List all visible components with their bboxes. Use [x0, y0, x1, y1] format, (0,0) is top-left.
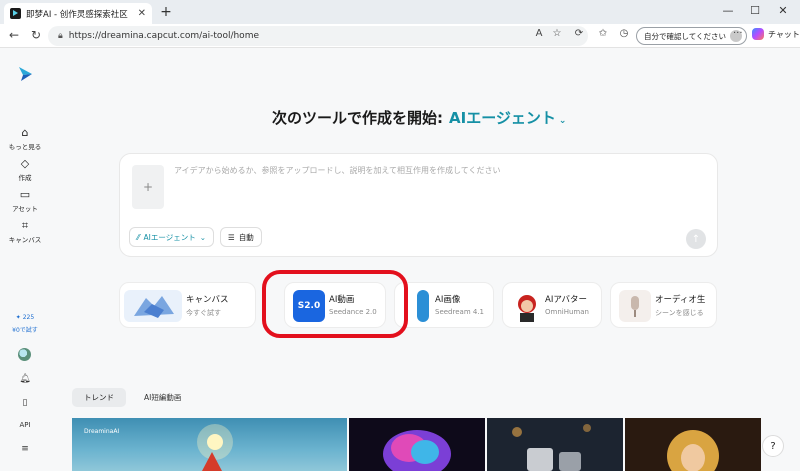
auto-label: 自動: [238, 232, 254, 242]
tool-subtitle: シーンを感じる: [655, 309, 704, 317]
sidebar-item-label: アセット: [12, 205, 38, 213]
prompt-input[interactable]: アイデアから始めるか、参照をアップロードし、説明を加えて相互作用を作成してくださ…: [174, 165, 501, 176]
upload-reference-button[interactable]: +: [132, 165, 164, 209]
dreamina-favicon-icon: [10, 8, 21, 19]
history-icon[interactable]: ◷: [617, 28, 631, 39]
highlight-annotation: [262, 270, 408, 338]
microphone-thumbnail-icon: [619, 290, 651, 322]
read-aloud-icon[interactable]: A: [532, 28, 546, 39]
mobile-app-icon[interactable]: ▯: [0, 398, 50, 408]
gallery-item[interactable]: [625, 418, 761, 471]
api-link[interactable]: API: [0, 421, 50, 429]
sidebar: ⌂ もっと見る ◇ 作成 ▭ アセット ⌗ キャンバス ✦ 225 ¥0で試す …: [0, 48, 50, 471]
help-icon: ?: [770, 440, 776, 452]
auto-settings-button[interactable]: ☰ 自動: [220, 227, 262, 247]
back-arrow-icon[interactable]: ←: [6, 28, 22, 42]
signin-label: 自分で確認してください: [644, 31, 727, 41]
gallery-watermark: DreaminaAI: [84, 428, 120, 435]
copilot-button[interactable]: チャット: [752, 28, 800, 40]
sidebar-item-create[interactable]: ◇ 作成: [0, 157, 50, 182]
menu-icon[interactable]: ≡: [0, 444, 50, 454]
page-title: 次のツールで作成を開始: AIエージェント ⌄: [272, 107, 566, 128]
lock-icon: 🔒︎: [58, 31, 63, 41]
browser-tab[interactable]: 即梦AI - 创作灵感探索社区 ✕: [4, 3, 152, 24]
agent-mode-button[interactable]: ⁄⁄ AIエージェント ⌄: [129, 227, 215, 247]
tool-subtitle: Seedream 4.1: [435, 308, 484, 316]
sidebar-item-label: キャンバス: [8, 236, 42, 244]
url-text: https://dreamina.capcut.com/ai-tool/home: [68, 31, 259, 41]
seedream-icon: [417, 290, 429, 322]
help-button[interactable]: ?: [762, 435, 784, 457]
agent-icon: ⁄⁄: [137, 232, 140, 242]
tool-subtitle: 今すぐ試す: [186, 309, 221, 317]
tool-subtitle: OmniHuman: [545, 308, 589, 316]
gallery-image-portrait: [667, 430, 719, 471]
page: ⌂ もっと見る ◇ 作成 ▭ アセット ⌗ キャンバス ✦ 225 ¥0で試す …: [0, 48, 800, 471]
tab-trend[interactable]: トレンド: [72, 388, 126, 407]
settings-sliders-icon: ☰: [228, 232, 235, 242]
gallery-item[interactable]: DreaminaAI: [72, 418, 347, 471]
sidebar-item-canvas[interactable]: ⌗ キャンバス: [0, 219, 50, 244]
copilot-icon: [752, 28, 764, 40]
tool-card-ai-image[interactable]: AI画像 Seedream 4.1: [394, 282, 494, 328]
close-window-button[interactable]: ✕: [773, 4, 793, 17]
sidebar-item-label: もっと見る: [8, 143, 42, 151]
favorites-icon[interactable]: ✩: [596, 28, 610, 39]
title-text: 次のツールで作成を開始:: [272, 109, 443, 127]
favorite-star-icon[interactable]: ☆: [550, 28, 564, 39]
sidebar-item-label: 作成: [18, 174, 32, 182]
gallery-item[interactable]: [349, 418, 485, 471]
minimize-button[interactable]: —: [718, 4, 738, 17]
tool-name: AIアバター: [545, 295, 587, 305]
credits-count: ✦ 225: [15, 314, 35, 321]
dreamina-logo-icon[interactable]: [17, 66, 33, 82]
canvas-icon: ⌗: [21, 219, 29, 232]
agent-selector[interactable]: AIエージェント: [449, 109, 556, 127]
tool-name: キャンバス: [186, 295, 229, 305]
gallery-item[interactable]: [487, 418, 623, 471]
tool-name: AI画像: [435, 295, 461, 305]
tool-card-audio[interactable]: オーディオ生 シーンを感じる: [610, 282, 717, 328]
tool-card-ai-avatar[interactable]: AIアバター OmniHuman: [502, 282, 602, 328]
arrow-up-icon: ↑: [691, 233, 701, 245]
canvas-thumbnail-icon: [124, 290, 182, 322]
sidebar-item-home[interactable]: ⌂ もっと見る: [0, 126, 50, 151]
browser-toolbar: ← ↻ 🔒︎ https://dreamina.capcut.com/ai-to…: [0, 24, 800, 48]
tool-card-canvas[interactable]: キャンバス 今すぐ試す: [119, 282, 256, 328]
home-icon: ⌂: [21, 126, 29, 139]
reload-icon[interactable]: ↻: [28, 28, 44, 42]
tab-ai-short-video[interactable]: AI短編動画: [132, 388, 193, 407]
folder-icon: ▭: [19, 188, 31, 201]
chevron-down-icon: ⌄: [199, 232, 207, 242]
new-tab-button[interactable]: +: [158, 4, 174, 20]
gallery-image-lion: [383, 430, 451, 471]
agent-mode-label: AIエージェント: [143, 232, 196, 242]
credits-cta: ¥0で試す: [12, 327, 38, 334]
prompt-card: + アイデアから始めるか、参照をアップロードし、説明を加えて相互作用を作成してく…: [119, 153, 718, 257]
sidebar-item-assets[interactable]: ▭ アセット: [0, 188, 50, 213]
tool-name: オーディオ生: [655, 295, 706, 305]
send-button[interactable]: ↑: [686, 229, 706, 249]
extension-icon[interactable]: ⟳: [572, 28, 586, 39]
address-bar[interactable]: 🔒︎ https://dreamina.capcut.com/ai-tool/h…: [48, 26, 588, 46]
tab-title: 即梦AI - 创作灵感探索社区: [26, 9, 128, 20]
tab-close-icon[interactable]: ✕: [138, 8, 146, 19]
maximize-button[interactable]: ☐: [745, 4, 765, 17]
avatar-thumbnail-icon: [511, 290, 543, 322]
avatar[interactable]: [18, 348, 31, 361]
profile-signin-button[interactable]: 自分で確認してください: [636, 27, 748, 45]
more-options-icon[interactable]: ···: [733, 28, 743, 39]
gallery-image-sparkle: [197, 424, 233, 471]
browser-titlebar: 即梦AI - 创作灵感探索社区 ✕ + — ☐ ✕: [0, 0, 800, 24]
gallery-image-luggage: [512, 424, 591, 471]
create-icon: ◇: [20, 157, 30, 170]
notification-bell-icon[interactable]: 🔔︎: [0, 374, 50, 384]
credits-badge[interactable]: ✦ 225 ¥0で試す: [10, 314, 40, 334]
copilot-label: チャット: [768, 29, 800, 39]
chevron-down-icon[interactable]: ⌄: [559, 116, 567, 126]
